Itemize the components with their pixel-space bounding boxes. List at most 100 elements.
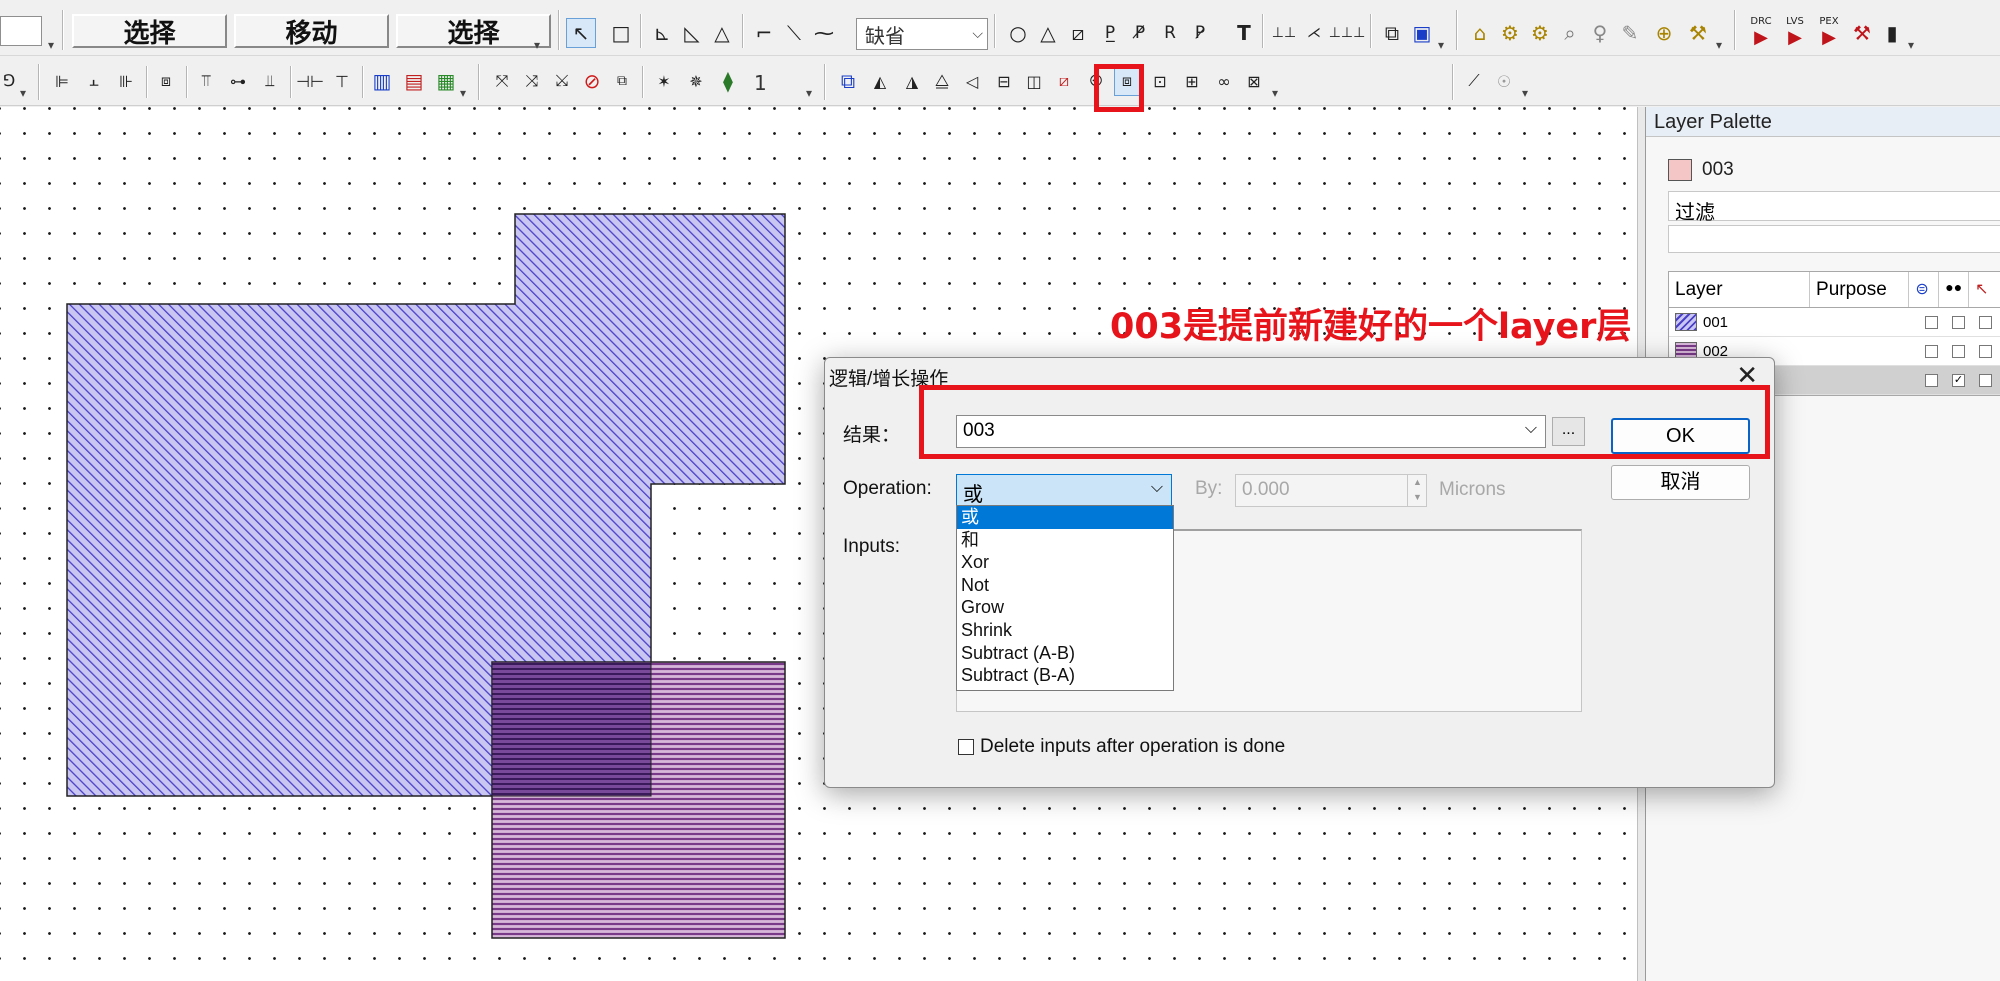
stretch-icon[interactable]: ⤧ — [488, 66, 516, 96]
ruler-clear-icon[interactable]: ⊥⊥⊥ — [1329, 18, 1366, 48]
flip-v-icon[interactable]: ◮ — [898, 66, 926, 96]
tool-icon[interactable]: ⚒ — [1684, 18, 1712, 48]
wrench-icon[interactable]: ⚒ — [1848, 18, 1876, 48]
snap-2-icon[interactable]: ✵ — [682, 66, 710, 96]
style-combo[interactable]: 缺省 ⌵ — [856, 18, 988, 50]
pin-tool-icon[interactable]: P̲ — [1096, 18, 1124, 48]
lock-icon[interactable]: ⊜ — [1909, 272, 1940, 307]
operation-option-and[interactable]: 和 — [957, 529, 1173, 552]
selectable-checkbox[interactable] — [1979, 373, 1992, 387]
pop-icon[interactable]: ⚙ — [1526, 18, 1554, 48]
lock-checkbox[interactable] — [1925, 344, 1938, 358]
slash-tool-icon[interactable]: ⧄ — [1064, 18, 1092, 48]
space-v-icon[interactable]: ⊤ — [328, 66, 356, 96]
bulb-icon[interactable]: ♀ — [1586, 18, 1614, 48]
view-combo[interactable] — [0, 16, 42, 46]
probe-icon[interactable]: ⟋ — [1460, 66, 1488, 96]
filter-input[interactable] — [1668, 225, 2000, 253]
move-mode-button[interactable]: 移动 — [234, 14, 389, 49]
cut-icon[interactable]: ⧄ — [1050, 66, 1078, 96]
select-mode-button-2[interactable]: 选择 — [396, 14, 551, 49]
align-left-icon[interactable]: ⊫ — [48, 66, 76, 96]
by-input[interactable]: 0.000 — [1235, 474, 1427, 507]
array-icon[interactable]: ⊞ — [1178, 66, 1206, 96]
operation-option-or[interactable]: 或 — [957, 506, 1173, 529]
delete-inputs-checkbox[interactable] — [958, 739, 974, 755]
operation-option-grow[interactable]: Grow — [957, 596, 1173, 619]
stretch-2-icon[interactable]: ⤨ — [518, 66, 546, 96]
cell-icon[interactable]: ▣ — [1408, 18, 1436, 48]
color-3-icon[interactable]: ▦ — [432, 66, 460, 96]
path-tool-icon[interactable]: ⌐ — [750, 18, 778, 48]
stretch-3-icon[interactable]: ⤩ — [548, 66, 576, 96]
count-combo[interactable]: 1 — [746, 68, 806, 98]
operation-select[interactable]: 或 ⌵ — [956, 474, 1172, 506]
lock-checkbox[interactable] — [1925, 315, 1938, 329]
instance-icon[interactable]: ⧉ — [1378, 18, 1406, 48]
ruler-tool-icon[interactable]: ⊥⊥ — [1270, 18, 1298, 48]
visible-checkbox[interactable] — [1952, 315, 1965, 329]
selectable-checkbox[interactable] — [1979, 315, 1992, 329]
arc-tool-icon[interactable]: △ — [1034, 18, 1062, 48]
no-icon[interactable]: ⊘ — [578, 66, 606, 96]
copy-icon[interactable]: ⧉ — [834, 66, 862, 96]
align-bottom-icon[interactable]: ⫫ — [256, 66, 284, 96]
path45-tool-icon[interactable]: ⟍ — [780, 18, 808, 48]
triangle-tool-icon[interactable]: △ — [708, 18, 736, 48]
pex-icon[interactable]: PEX ▶ — [1814, 16, 1844, 48]
select-icon[interactable]: ↖ — [1969, 272, 2000, 307]
hierarchy-icon[interactable]: ⌂ — [1466, 18, 1494, 48]
col-layer[interactable]: Layer — [1669, 272, 1811, 307]
toolbar-grip[interactable]: ▾ — [48, 38, 54, 52]
highlight-icon[interactable]: ☉ — [1490, 66, 1518, 96]
drc-icon[interactable]: DRC ▶ — [1746, 16, 1776, 48]
layers-icon[interactable]: ⊟ — [990, 66, 1018, 96]
polygon-tool-icon[interactable]: ⊾ — [648, 18, 676, 48]
space-h-icon[interactable]: ⊣⊢ — [296, 66, 324, 96]
edit-icon[interactable]: ✎ — [1616, 18, 1644, 48]
align-center-icon[interactable]: ⫠ — [80, 66, 108, 96]
bounding-icon[interactable]: ⊡ — [1146, 66, 1174, 96]
visible-checkbox[interactable] — [1952, 344, 1965, 358]
lock-checkbox[interactable] — [1925, 373, 1938, 387]
filter-field[interactable]: 过滤 — [1668, 191, 2000, 224]
merge-icon[interactable]: ⧉ — [608, 66, 636, 96]
split-icon[interactable]: ◫ — [1020, 66, 1048, 96]
color-2-icon[interactable]: ▤ — [400, 66, 428, 96]
layer-row-001[interactable]: 001 — [1669, 308, 2000, 337]
pointer-icon[interactable]: ↖ — [566, 18, 596, 48]
align-icon[interactable]: ⊕ — [1650, 18, 1678, 48]
col-purpose[interactable]: Purpose — [1810, 272, 1910, 307]
push-icon[interactable]: ⚙ — [1496, 18, 1524, 48]
text-tool-icon[interactable]: T — [1230, 18, 1258, 48]
zoom-icon[interactable]: ⌕ — [1556, 18, 1584, 48]
operation-option-shrink[interactable]: Shrink — [957, 619, 1173, 642]
flip-h-icon[interactable]: ◭ — [866, 66, 894, 96]
misc-icon[interactable]: ⅁ — [0, 66, 18, 94]
operation-option-not[interactable]: Not — [957, 574, 1173, 597]
align-top-icon[interactable]: ⫪ — [192, 66, 220, 96]
operation-option-subtract-ab[interactable]: Subtract (A-B) — [957, 642, 1173, 665]
grid-icon[interactable]: ⊠ — [1240, 66, 1268, 96]
pin-tool-4-icon[interactable]: P̷ — [1186, 18, 1214, 48]
mirror-icon[interactable]: ⧋ — [928, 66, 956, 96]
rotate-icon[interactable]: ◁ — [958, 66, 986, 96]
angle-ruler-icon[interactable]: ⋌ — [1300, 18, 1328, 48]
pin-tool-3-icon[interactable]: R — [1156, 18, 1184, 48]
rectangle-tool-icon[interactable]: □ — [606, 18, 636, 48]
align-middle-icon[interactable]: ⊶ — [224, 66, 252, 96]
line-tool-icon[interactable]: ⁓ — [810, 18, 838, 48]
delete-inputs-option[interactable]: Delete inputs after operation is done — [958, 736, 1285, 758]
selectable-checkbox[interactable] — [1979, 344, 1992, 358]
operation-option-xor[interactable]: Xor — [957, 551, 1173, 574]
select-mode-button[interactable]: 选择 — [72, 14, 227, 49]
visible-checkbox[interactable]: ✓ — [1952, 373, 1965, 387]
by-stepper[interactable]: ▲ ▼ — [1407, 475, 1427, 506]
polygon45-tool-icon[interactable]: ◺ — [678, 18, 706, 48]
color-1-icon[interactable]: ▥ — [368, 66, 396, 96]
align-right-icon[interactable]: ⊪ — [112, 66, 140, 96]
current-layer[interactable]: 003 — [1668, 159, 1734, 181]
operation-option-subtract-ba[interactable]: Subtract (B-A) — [957, 664, 1173, 687]
link-icon[interactable]: ∞ — [1210, 66, 1238, 96]
pin-tool-2-icon[interactable]: P̸ — [1126, 18, 1154, 48]
